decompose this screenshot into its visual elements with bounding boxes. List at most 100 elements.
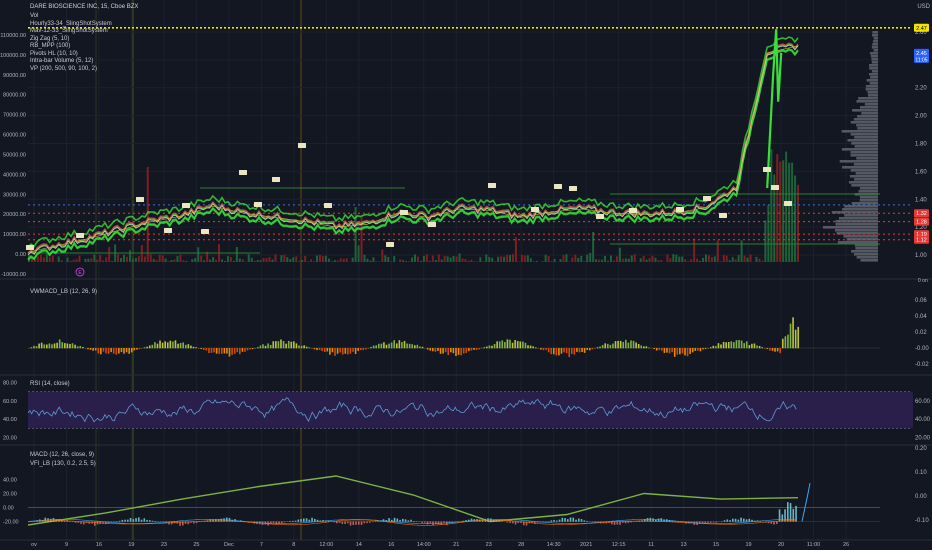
macd-hist-bar <box>561 517 564 522</box>
indicator-label[interactable]: Zig Zag (5, 10) <box>30 36 69 43</box>
volume-bar <box>520 254 523 262</box>
vp-row <box>871 46 878 49</box>
macd-hist-bar <box>94 521 96 526</box>
time-tick-label: 15 <box>713 542 719 548</box>
macd-hist-bar <box>399 519 401 522</box>
macd-hist-bar <box>151 520 154 522</box>
macd-hist-bar <box>413 521 415 522</box>
macd-hist-bar <box>575 519 577 522</box>
vwmacd-bar <box>287 340 290 349</box>
vwmacd-bar <box>202 348 205 350</box>
volume-bar <box>292 257 295 262</box>
vwmacd-bar <box>478 348 480 350</box>
vwmacd-bar <box>501 340 504 349</box>
vwmacd-bar <box>455 348 457 357</box>
vwmacd-bar <box>774 348 776 352</box>
time-tick-label: 26 <box>843 542 849 548</box>
vp-row <box>851 250 878 253</box>
volume-bar <box>197 247 200 262</box>
vwmacd-bar <box>125 348 128 353</box>
macd-hist-bar <box>303 518 305 522</box>
macd-hist-bar <box>745 519 748 522</box>
vwmacd-bar <box>658 348 661 351</box>
vwmacd-bar <box>493 343 496 349</box>
volume-bar <box>794 175 797 262</box>
volume-bar <box>283 254 286 262</box>
vwmacd-bar <box>655 348 658 351</box>
vp-row <box>869 73 878 76</box>
vwmacd-bar <box>349 348 352 354</box>
time-tick-label: 28 <box>518 542 524 548</box>
volume-bar <box>702 257 705 262</box>
volume-bar <box>526 255 529 262</box>
volume-bar <box>461 258 464 262</box>
vwmacd-bar <box>408 343 411 349</box>
vwmacd-bar <box>661 348 663 351</box>
indicator-label[interactable]: VP (200, 500, 90, 100, 2) <box>30 66 97 73</box>
vwmacd-bar <box>233 348 236 354</box>
indicator-label[interactable]: Pivots HL (10, 10) <box>30 51 78 58</box>
volume-bar <box>604 255 607 262</box>
time-tick-label: 16 <box>96 542 102 548</box>
vwmacd-bar <box>640 345 643 349</box>
macd-hist-bar <box>712 521 715 523</box>
vwmacd-bar <box>601 344 604 349</box>
macd-hist-bar <box>567 519 569 522</box>
macd-hist-bar <box>410 519 412 522</box>
volume-bar <box>746 257 749 262</box>
volume-bar <box>229 257 232 262</box>
vwmacd-bar <box>51 344 53 349</box>
volume-bar <box>699 260 702 262</box>
volume-bar <box>589 252 592 262</box>
macd-hist-bar <box>715 521 718 523</box>
time-tick-label: 12:00 <box>319 542 333 548</box>
volume-bar <box>725 255 728 262</box>
time-tick-label: 7 <box>260 542 263 548</box>
indicator-label[interactable]: Intra-bar Volume (5, 12) <box>30 58 93 65</box>
macd-hist-bar <box>336 521 338 524</box>
vwmacd-bar <box>136 348 138 350</box>
vwmacd-bar <box>625 339 627 349</box>
volume-bar <box>722 255 725 262</box>
vwmacd-bar <box>89 348 92 350</box>
macd-hist-bar <box>118 520 121 522</box>
vwmacd-bar <box>107 348 110 354</box>
macd-title[interactable]: MACD (12, 26, close, 9) <box>30 452 94 458</box>
volume-bar <box>321 256 324 262</box>
vwmacd-bar <box>725 342 727 349</box>
volume-bar <box>72 259 75 262</box>
volume-bar <box>286 257 289 262</box>
volume-tick-label: 30000.00 <box>3 192 26 198</box>
vp-row <box>852 109 878 112</box>
vwmacd-title[interactable]: VWMACD_LB (12, 26, 9) <box>30 289 97 295</box>
vwmacd-bar <box>727 341 730 349</box>
rsi-title[interactable]: RSI (14, close) <box>30 381 70 387</box>
rsi-tick: 80.00 <box>3 381 17 387</box>
indicator-label[interactable]: RB_MPP (100) <box>30 43 70 50</box>
macd-hist-bar <box>212 519 214 522</box>
volume-bar <box>238 258 241 262</box>
vwmacd-bar <box>385 344 388 349</box>
vwmacd-bar <box>766 348 769 350</box>
volume-bar <box>696 258 699 262</box>
vwmacd-bar <box>627 342 630 349</box>
indicator-label[interactable]: Mav-12-33_SlingShotSystem <box>30 28 108 35</box>
volume-bar <box>669 258 672 262</box>
vfi-title[interactable]: VFI_LB (130, 0.2, 2.5, 5) <box>30 461 96 467</box>
vwmacd-bar <box>241 348 244 352</box>
vwmacd-bar <box>388 343 390 349</box>
time-tick-label: 8 <box>292 542 295 548</box>
price-tick-label: 1.00 <box>915 253 927 259</box>
vp-row <box>865 88 878 91</box>
vwmacd-bar <box>475 348 478 351</box>
volume-bar <box>375 261 378 262</box>
indicator-label[interactable]: Hourly33-34_SlingShotSystem <box>30 21 112 28</box>
volume-bar <box>639 258 642 262</box>
vp-row <box>822 226 878 229</box>
vwmacd-bar <box>87 348 89 350</box>
vwmacd-bar <box>491 345 493 349</box>
vwmacd-bar <box>393 340 396 349</box>
vwmacd-bar <box>308 347 311 349</box>
volume-bar <box>256 260 259 262</box>
indicator-label[interactable]: Vol <box>30 13 38 20</box>
